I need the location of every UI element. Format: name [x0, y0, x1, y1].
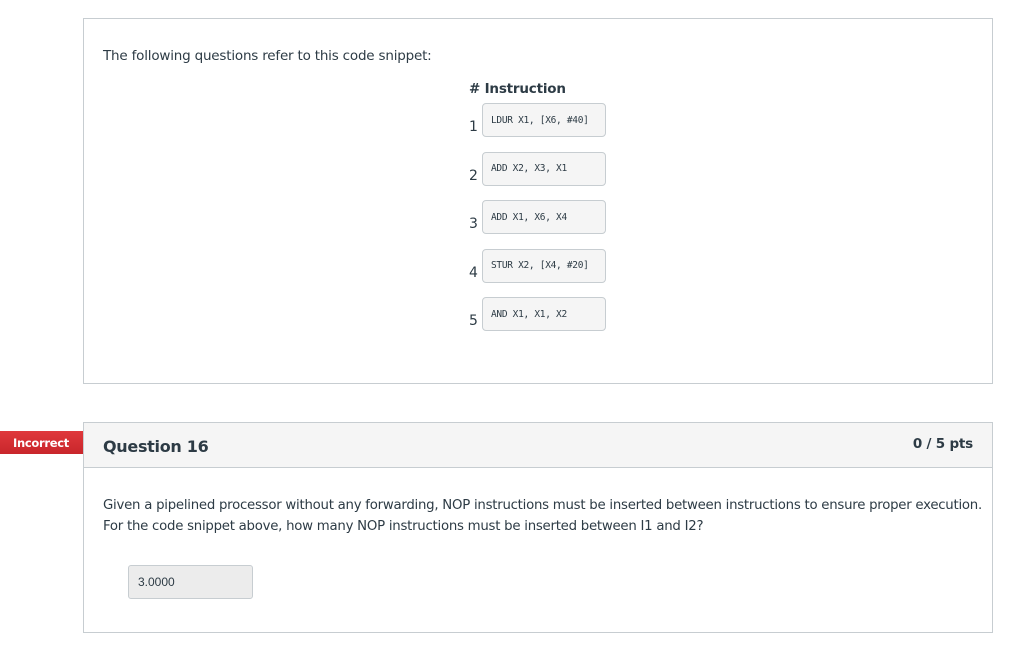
instruction-row: 4 STUR X2, [X4, #20]: [469, 248, 606, 283]
instruction-row: 5 AND X1, X1, X2: [469, 297, 606, 331]
status-label: Incorrect: [0, 431, 90, 454]
instruction-row: 2 ADD X2, X3, X1: [469, 151, 606, 186]
snippet-intro-text: The following questions refer to this co…: [103, 48, 432, 64]
question-points: 0 / 5 pts: [912, 436, 973, 452]
question-text: Given a pipelined processor without any …: [103, 495, 983, 537]
instruction-number: 1: [469, 119, 478, 135]
instruction-number: 2: [469, 167, 478, 184]
instruction-code: ADD X1, X6, X4: [482, 200, 606, 234]
instruction-number: 5: [469, 313, 478, 329]
question-title: Question 16: [103, 436, 209, 456]
instruction-row: 3 ADD X1, X6, X4: [469, 200, 606, 234]
answer-field[interactable]: 3.0000: [128, 565, 253, 599]
code-snippet-card: The following questions refer to this co…: [83, 18, 993, 384]
instruction-code: LDUR X1, [X6, #40]: [482, 103, 606, 137]
instruction-table-header: # Instruction: [469, 81, 566, 97]
question-header: Question 16 0 / 5 pts: [84, 423, 992, 468]
instruction-code: AND X1, X1, X2: [482, 297, 606, 331]
instruction-code: STUR X2, [X4, #20]: [482, 248, 606, 283]
question-card: Question 16 0 / 5 pts Given a pipelined …: [83, 422, 993, 633]
instruction-row: 1 LDUR X1, [X6, #40]: [469, 103, 606, 137]
instruction-number: 4: [469, 264, 478, 281]
instruction-code: ADD X2, X3, X1: [482, 151, 606, 186]
instruction-number: 3: [469, 216, 478, 232]
instruction-table: # Instruction 1 LDUR X1, [X6, #40] 2 ADD…: [469, 81, 606, 346]
question-text-line: Given a pipelined processor without any …: [103, 498, 982, 513]
question-text-line: For the code snippet above, how many NOP…: [103, 519, 704, 534]
